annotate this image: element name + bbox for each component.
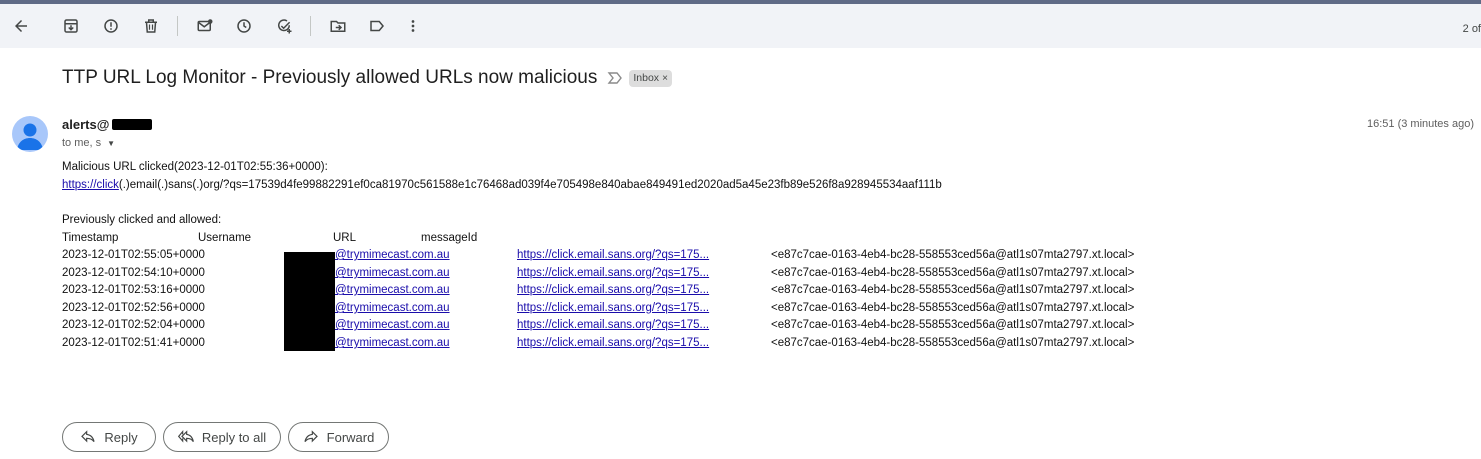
email-toolbar: 2 of (0, 4, 1481, 48)
table-row-username[interactable]: @trymimecast.com.au (335, 284, 450, 296)
table-row-url[interactable]: https://click.email.sans.org/?qs=175... (517, 267, 709, 279)
table-row-username[interactable]: @trymimecast.com.au (335, 267, 450, 279)
table-row-messageid: <e87c7cae-0163-4eb4-bc28-558553ced56a@at… (771, 302, 1135, 314)
table-header-username: Username (198, 232, 252, 244)
reply-all-button-label: Reply to all (201, 429, 267, 445)
malicious-url-heading: Malicious URL clicked(2023-12-01T02:55:3… (62, 161, 328, 173)
malicious-url-rest: (.)email(.)sans(.)org/?qs=17539d4fe99882… (118, 179, 942, 191)
table-row-messageid: <e87c7cae-0163-4eb4-bc28-558553ced56a@at… (771, 267, 1135, 279)
chevron-down-icon[interactable]: ▼ (107, 139, 115, 148)
subject-row: TTP URL Log Monitor - Previously allowed… (62, 66, 672, 90)
table-row-username[interactable]: @trymimecast.com.au (335, 302, 450, 314)
back-arrow-icon[interactable] (6, 11, 36, 41)
recipients-line: to me, s ▼ (62, 137, 115, 149)
more-vert-icon[interactable] (398, 11, 428, 41)
delete-icon[interactable] (136, 11, 166, 41)
table-row-url[interactable]: https://click.email.sans.org/?qs=175... (517, 249, 709, 261)
snooze-icon[interactable] (229, 11, 259, 41)
table-row-timestamp: 2023-12-01T02:53:16+0000 (62, 284, 205, 296)
table-row-timestamp: 2023-12-01T02:51:41+0000 (62, 337, 205, 349)
table-row-url[interactable]: https://click.email.sans.org/?qs=175... (517, 284, 709, 296)
malicious-url-link[interactable]: https://click (62, 179, 119, 191)
table-header-url: URL (333, 232, 357, 244)
reply-all-button[interactable]: Reply to all (163, 422, 281, 452)
forward-button-label: Forward (326, 429, 375, 445)
importance-marker-icon[interactable] (607, 70, 623, 86)
remove-label-icon[interactable]: × (662, 73, 668, 84)
table-row-username[interactable]: @trymimecast.com.au (335, 249, 450, 261)
report-spam-icon[interactable] (96, 11, 126, 41)
reply-icon (81, 430, 95, 443)
table-row-username[interactable]: @trymimecast.com.au (335, 337, 450, 349)
table-row-username[interactable]: @trymimecast.com.au (335, 319, 450, 331)
table-row-messageid: <e87c7cae-0163-4eb4-bc28-558553ced56a@at… (771, 319, 1135, 331)
reply-all-icon (177, 430, 194, 443)
avatar (12, 116, 48, 152)
sender-name: alerts@ (62, 117, 110, 132)
malicious-url-line: https://click(.)email(.)sans(.)org/?qs=1… (62, 179, 942, 191)
toolbar-divider (177, 16, 178, 36)
table-row-messageid: <e87c7cae-0163-4eb4-bc28-558553ced56a@at… (771, 337, 1135, 349)
table-row-messageid: <e87c7cae-0163-4eb4-bc28-558553ced56a@at… (771, 249, 1135, 261)
forward-button[interactable]: Forward (288, 422, 389, 452)
pagination-text: 2 of (1462, 23, 1481, 35)
forward-icon (304, 430, 318, 443)
table-row-timestamp: 2023-12-01T02:54:10+0000 (62, 267, 205, 279)
previously-allowed-heading: Previously clicked and allowed: (62, 214, 222, 226)
table-row-url[interactable]: https://click.email.sans.org/?qs=175... (517, 319, 709, 331)
recipients-text: to me, s (62, 137, 102, 149)
table-header-timestamp: Timestamp (62, 232, 119, 244)
label-chip-text: Inbox (633, 72, 660, 84)
add-task-icon[interactable] (269, 11, 299, 41)
mark-unread-icon[interactable] (190, 11, 220, 41)
toolbar-divider (310, 16, 311, 36)
table-header-messageid: messageId (421, 232, 478, 244)
table-row-url[interactable]: https://click.email.sans.org/?qs=175... (517, 337, 709, 349)
label-icon[interactable] (362, 11, 392, 41)
reply-button-label: Reply (104, 429, 138, 445)
reply-button[interactable]: Reply (62, 422, 156, 452)
redaction-block (284, 252, 335, 351)
move-to-icon[interactable] (323, 11, 353, 41)
inbox-label-chip: Inbox × (629, 69, 672, 87)
table-row-timestamp: 2023-12-01T02:52:04+0000 (62, 319, 205, 331)
table-row-timestamp: 2023-12-01T02:55:05+0000 (62, 249, 205, 261)
redaction-block (112, 119, 152, 130)
table-row-timestamp: 2023-12-01T02:52:56+0000 (62, 302, 205, 314)
email-subject: TTP URL Log Monitor - Previously allowed… (62, 67, 598, 88)
email-timestamp: 16:51 (3 minutes ago) (1366, 118, 1474, 130)
archive-icon[interactable] (56, 11, 86, 41)
table-row-url[interactable]: https://click.email.sans.org/?qs=175... (517, 302, 709, 314)
table-row-messageid: <e87c7cae-0163-4eb4-bc28-558553ced56a@at… (771, 284, 1135, 296)
